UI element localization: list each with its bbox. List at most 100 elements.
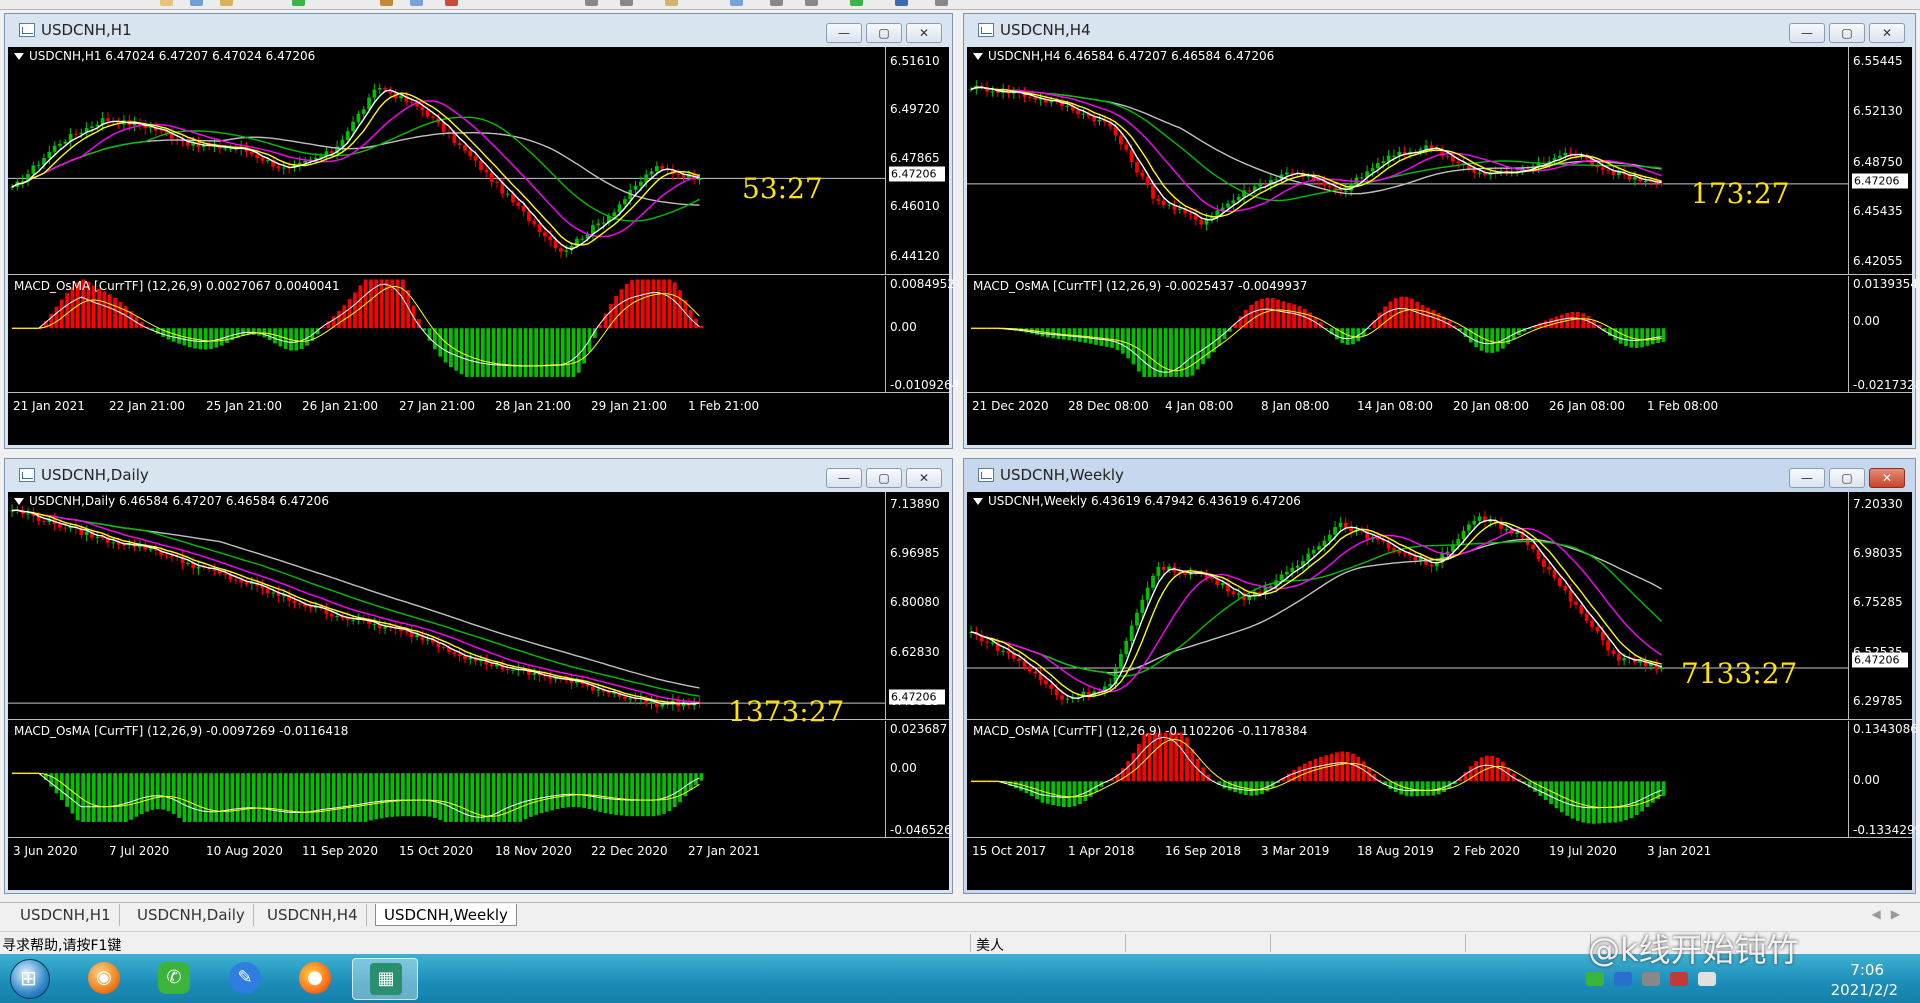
macd-pane[interactable]: MACD_OsMA [CurrTF] (12,26,9) 0.0027067 0…: [8, 276, 959, 392]
macd-histogram-bar: [155, 773, 160, 810]
macd-axis[interactable]: 0.023687 0.00 -0.046526: [885, 721, 952, 837]
macd-pane[interactable]: MACD_OsMA [CurrTF] (12,26,9) -0.0097269 …: [8, 721, 952, 837]
macd-histogram-bar: [662, 279, 666, 329]
chart-window-titlebar[interactable]: USDCNH,H4 — ▢ ✕: [964, 14, 1915, 44]
signal-icon[interactable]: [1698, 972, 1716, 986]
period-icon[interactable]: [770, 0, 783, 6]
taskbar-app-firefox[interactable]: ●: [286, 958, 344, 1000]
arrow-tool-icon[interactable]: [730, 0, 743, 6]
macd-histogram-bar: [486, 328, 491, 377]
collapse-triangle-icon[interactable]: [973, 53, 983, 60]
maximize-button[interactable]: ▢: [1829, 468, 1865, 488]
chart-window-daily[interactable]: USDCNH,Daily — ▢ ✕ USDCNH,Daily 6.46584 …: [4, 458, 953, 894]
time-axis[interactable]: 15 Oct 2017 1 Apr 2018 16 Sep 2018 3 Mar…: [967, 837, 1912, 859]
macd-histogram-bar: [203, 328, 208, 350]
chart-area[interactable]: USDCNH,H4 6.46584 6.47207 6.46584 6.4720…: [967, 47, 1920, 445]
chart-window-titlebar[interactable]: USDCNH,H1 — ▢ ✕: [5, 14, 952, 44]
macd-histogram-bar: [1420, 781, 1425, 796]
macd-axis[interactable]: 0.0084952 0.00 -0.0109264: [885, 276, 959, 392]
clock-date[interactable]: 2021/2/2: [1831, 981, 1898, 999]
price-tick: 6.96985: [890, 546, 940, 560]
text-tool-icon[interactable]: [665, 0, 678, 6]
collapse-triangle-icon[interactable]: [973, 498, 983, 505]
chart-window-weekly[interactable]: USDCNH,Weekly — ▢ ✕ USDCNH,Weekly 6.4361…: [963, 458, 1920, 894]
chart-window-h1[interactable]: USDCNH,H1 — ▢ ✕ USDCNH,H1 6.47024 6.4720…: [4, 13, 959, 449]
price-pane[interactable]: USDCNH,H4 6.46584 6.47207 6.46584 6.4720…: [967, 47, 1912, 275]
close-button[interactable]: ✕: [906, 468, 942, 488]
close-button[interactable]: ✕: [1869, 23, 1905, 43]
clock-time[interactable]: 7:06: [1850, 961, 1884, 979]
price-pane[interactable]: USDCNH,Weekly 6.43619 6.47942 6.43619 6.…: [967, 492, 1912, 720]
chart-window-titlebar[interactable]: USDCNH,Weekly — ▢ ✕: [964, 459, 1915, 489]
minimize-button[interactable]: —: [826, 23, 862, 43]
history-icon[interactable]: [895, 0, 908, 6]
add-icon[interactable]: [850, 0, 863, 6]
chart-area[interactable]: USDCNH,Weekly 6.43619 6.47942 6.43619 6.…: [967, 492, 1920, 890]
candle-body: [260, 158, 265, 161]
taskbar-app-notes[interactable]: ✎: [216, 958, 274, 1000]
zoom-icon[interactable]: [220, 0, 233, 6]
network-icon[interactable]: [1642, 972, 1660, 986]
settings-icon[interactable]: [935, 0, 948, 6]
macd-pane[interactable]: MACD_OsMA [CurrTF] (12,26,9) -0.0025437 …: [967, 276, 1920, 392]
autotrading-icon[interactable]: [445, 0, 458, 6]
chart-window-titlebar[interactable]: USDCNH,Daily — ▢ ✕: [5, 459, 952, 489]
security-shield-icon[interactable]: [1614, 972, 1632, 986]
macd-histogram-bar: [523, 773, 528, 820]
new-chart-icon[interactable]: [160, 0, 173, 6]
candle-body: [1097, 119, 1102, 122]
taskbar-app-wechat[interactable]: ✆: [145, 958, 203, 1000]
time-axis[interactable]: 21 Jan 2021 22 Jan 21:00 25 Jan 21:00 26…: [8, 392, 949, 414]
expert-icon[interactable]: [380, 0, 393, 6]
close-button[interactable]: ✕: [1869, 468, 1905, 488]
minimize-button[interactable]: —: [1789, 468, 1825, 488]
chart-area[interactable]: USDCNH,H1 6.47024 6.47207 6.47024 6.4720…: [8, 47, 959, 445]
maximize-button[interactable]: ▢: [1829, 23, 1865, 43]
price-axis[interactable]: 7.20330 6.98035 6.75285 6.52535 6.29785 …: [1848, 492, 1912, 719]
close-button[interactable]: ✕: [906, 23, 942, 43]
crosshair-icon[interactable]: [585, 0, 598, 6]
price-axis[interactable]: 6.55445 6.52130 6.48750 6.45435 6.42055 …: [1848, 47, 1912, 274]
collapse-triangle-icon[interactable]: [14, 498, 24, 505]
minimize-button[interactable]: —: [826, 468, 862, 488]
chart-area[interactable]: USDCNH,Daily 6.46584 6.47207 6.46584 6.4…: [8, 492, 952, 890]
price-tick: 6.55445: [1853, 54, 1903, 68]
wechat-tray-icon[interactable]: [1586, 972, 1604, 986]
macd-axis[interactable]: 0.0139354 0.00 -0.0217328: [1848, 276, 1920, 392]
price-axis[interactable]: 6.51610 6.49720 6.47865 6.46010 6.44120 …: [885, 47, 949, 274]
template-icon[interactable]: [805, 0, 818, 6]
current-price-badge: 6.47206: [889, 689, 945, 705]
macd-axis[interactable]: 0.1343086 0.00 -0.1334299: [1848, 721, 1920, 837]
taskbar-app-browser[interactable]: ◉: [75, 958, 133, 1000]
candle-body: [1140, 599, 1145, 613]
tab-usdcnh-h1[interactable]: USDCNH,H1: [12, 904, 120, 926]
tab-scroll-arrows-icon[interactable]: ◀▶: [1872, 907, 1910, 921]
price-pane[interactable]: USDCNH,Daily 6.46584 6.47207 6.46584 6.4…: [8, 492, 949, 728]
maximize-button[interactable]: ▢: [866, 23, 902, 43]
collapse-triangle-icon[interactable]: [14, 53, 24, 60]
tab-usdcnh-weekly[interactable]: USDCNH,Weekly: [375, 904, 517, 926]
status-profile[interactable]: 美人: [976, 935, 1004, 955]
navigator-icon[interactable]: [190, 0, 203, 6]
macd-histogram-bar: [198, 773, 203, 822]
macd-pane[interactable]: MACD_OsMA [CurrTF] (12,26,9) -0.1102206 …: [967, 721, 1920, 837]
maximize-button[interactable]: ▢: [866, 468, 902, 488]
macd-histogram-bar: [1024, 781, 1029, 794]
candle-body: [1161, 566, 1166, 570]
price-axis[interactable]: 7.13890 6.96985 6.80080 6.62830 6.45925 …: [885, 492, 949, 719]
time-axis[interactable]: 3 Jun 2020 7 Jul 2020 10 Aug 2020 11 Sep…: [8, 837, 949, 859]
indicator-icon[interactable]: [410, 0, 423, 6]
tab-usdcnh-h4[interactable]: USDCNH,H4: [259, 904, 367, 926]
volume-muted-icon[interactable]: [1670, 972, 1688, 986]
price-pane[interactable]: USDCNH,H1 6.47024 6.47207 6.47024 6.4720…: [8, 47, 949, 275]
tab-usdcnh-daily[interactable]: USDCNH,Daily: [129, 904, 254, 926]
chart-window-h4[interactable]: USDCNH,H4 — ▢ ✕ USDCNH,H4 6.46584 6.4720…: [963, 13, 1920, 449]
macd-histogram-bar: [321, 773, 325, 822]
candle-body: [1504, 528, 1509, 530]
time-axis[interactable]: 21 Dec 2020 28 Dec 08:00 4 Jan 08:00 8 J…: [967, 392, 1912, 414]
minimize-button[interactable]: —: [1789, 23, 1825, 43]
new-order-icon[interactable]: [292, 0, 305, 6]
line-tool-icon[interactable]: [620, 0, 633, 6]
start-button[interactable]: [10, 959, 50, 999]
taskbar-app-metatrader[interactable]: ▦: [352, 958, 418, 1000]
